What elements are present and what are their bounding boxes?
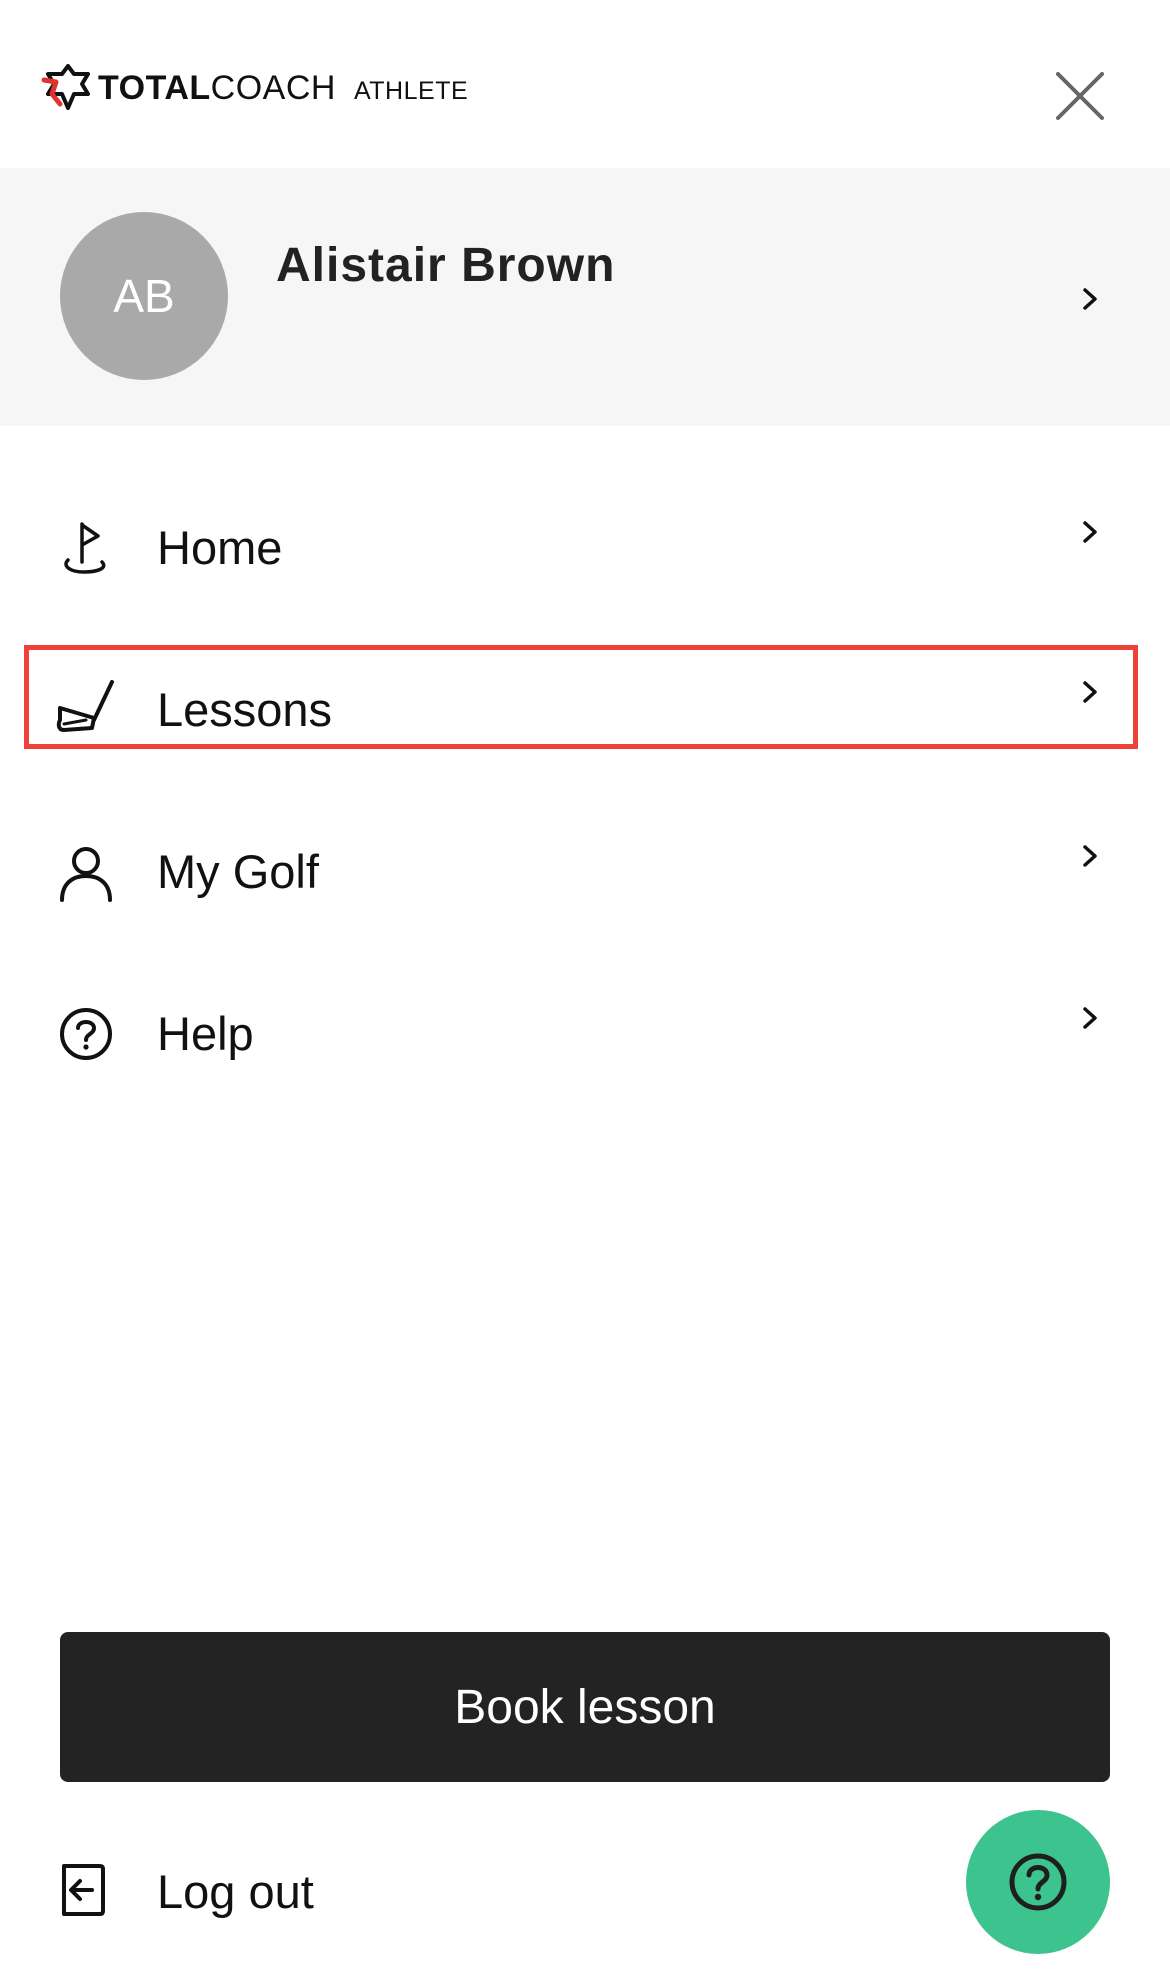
logo-text-coach: COACH bbox=[210, 68, 336, 107]
book-lesson-button[interactable]: Book lesson bbox=[60, 1632, 1110, 1782]
chevron-right-icon bbox=[1083, 681, 1097, 703]
avatar-initials: AB bbox=[113, 270, 175, 322]
logout-row[interactable]: Log out bbox=[0, 1840, 800, 1940]
logo-text-total: TOTAL bbox=[98, 68, 211, 107]
golf-club-icon bbox=[56, 680, 114, 732]
logout-icon bbox=[62, 1864, 105, 1916]
menu-item-label: Lessons bbox=[157, 683, 333, 736]
navigation-drawer: TOTAL COACH ATHLETE AB Alistair Brown Hom… bbox=[0, 0, 1170, 1981]
question-circle-icon bbox=[1009, 1853, 1067, 1911]
profile-row[interactable]: AB Alistair Brown bbox=[0, 168, 1170, 426]
chevron-right-icon bbox=[1083, 845, 1097, 867]
menu-item-help[interactable]: Help bbox=[0, 974, 1170, 1094]
menu-item-label: My Golf bbox=[157, 845, 319, 898]
menu-item-label: Home bbox=[157, 521, 283, 574]
profile-name: Alistair Brown bbox=[276, 238, 616, 292]
golf-flag-icon bbox=[64, 522, 106, 574]
chevron-right-icon bbox=[1083, 1007, 1097, 1029]
menu-item-label: Help bbox=[157, 1007, 254, 1060]
avatar: AB bbox=[60, 212, 228, 380]
help-fab-button[interactable] bbox=[966, 1810, 1110, 1954]
chevron-right-icon bbox=[1083, 288, 1097, 310]
question-circle-icon bbox=[60, 1008, 112, 1060]
menu-item-home[interactable]: Home bbox=[0, 488, 1170, 608]
menu-item-lessons[interactable]: Lessons bbox=[0, 650, 1170, 770]
logout-label: Log out bbox=[157, 1865, 314, 1918]
drawer-header: TOTAL COACH ATHLETE bbox=[0, 0, 1170, 168]
totalcoach-logo-icon bbox=[41, 64, 90, 110]
totalcoach-logo: TOTAL COACH ATHLETE bbox=[40, 60, 468, 116]
person-icon bbox=[60, 847, 112, 902]
chevron-right-icon bbox=[1083, 521, 1097, 543]
menu-item-my-golf[interactable]: My Golf bbox=[0, 812, 1170, 932]
logo-text-athlete: ATHLETE bbox=[353, 76, 469, 105]
close-icon[interactable] bbox=[1052, 68, 1108, 124]
